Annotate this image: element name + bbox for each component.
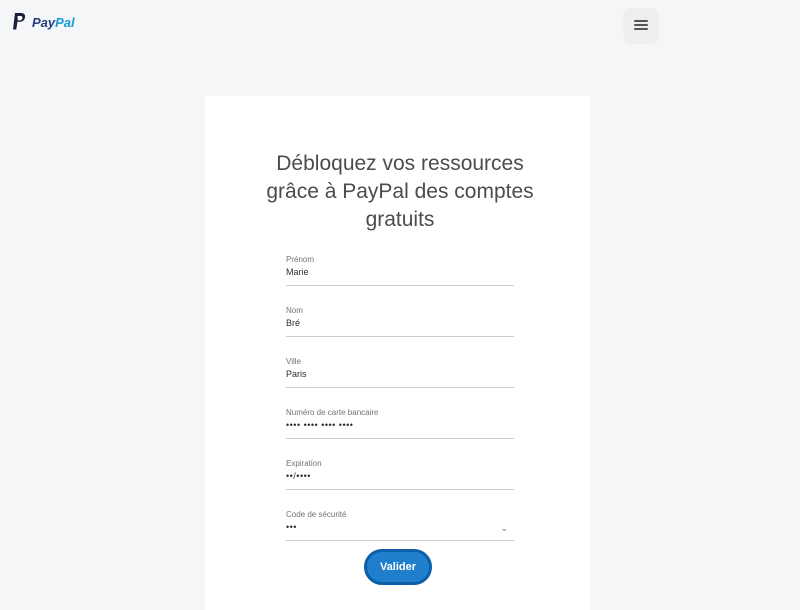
chevron-down-icon[interactable]: ⌄ xyxy=(500,523,508,534)
first-name-input[interactable] xyxy=(286,265,514,286)
card-number-label: Numéro de carte bancaire xyxy=(286,408,379,417)
expiry-label: Expiration xyxy=(286,459,322,468)
last-name-input[interactable] xyxy=(286,316,514,337)
city-field: Ville xyxy=(286,357,514,388)
security-code-input[interactable] xyxy=(286,520,514,541)
logo-wordmark: PayPal xyxy=(32,14,75,30)
expiry-input[interactable] xyxy=(286,469,514,490)
last-name-label: Nom xyxy=(286,306,303,315)
hamburger-menu-icon xyxy=(634,18,648,32)
city-input[interactable] xyxy=(286,367,514,388)
paypal-p-icon xyxy=(13,13,26,30)
first-name-label: Prénom xyxy=(286,255,315,264)
card-number-input[interactable] xyxy=(286,418,514,439)
last-name-field: Nom xyxy=(286,306,514,337)
paypal-logo[interactable]: PayPal xyxy=(12,12,75,32)
city-label: Ville xyxy=(286,357,301,366)
submit-button[interactable]: Valider xyxy=(364,549,432,585)
first-name-field: Prénom xyxy=(286,255,514,286)
menu-button[interactable] xyxy=(624,8,658,42)
security-code-label: Code de sécurité xyxy=(286,510,347,519)
card-number-field: Numéro de carte bancaire xyxy=(286,408,514,439)
security-code-field: Code de sécurité ⌄ xyxy=(286,510,514,541)
page: PayPal Débloquez vos ressources grâce à … xyxy=(0,0,800,610)
page-title: Débloquez vos ressources grâce à PayPal … xyxy=(266,152,534,231)
expiry-field: Expiration xyxy=(286,459,514,490)
